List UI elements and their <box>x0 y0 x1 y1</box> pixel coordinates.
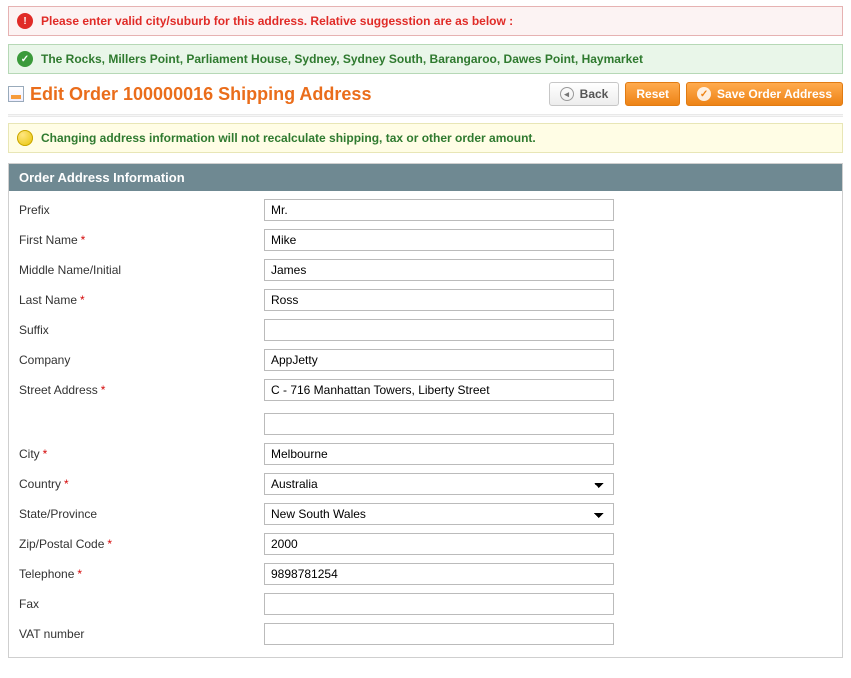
notice-message: Changing address information will not re… <box>8 123 843 153</box>
error-icon: ! <box>17 13 33 29</box>
reset-button-label: Reset <box>636 87 669 101</box>
row-prefix: Prefix <box>9 195 842 225</box>
row-state: State/Province New South Wales <box>9 499 842 529</box>
success-message: ✓ The Rocks, Millers Point, Parliament H… <box>8 44 843 74</box>
row-country: Country * Australia <box>9 469 842 499</box>
street-2-input[interactable] <box>264 413 614 435</box>
label-state: State/Province <box>9 507 264 521</box>
first-name-input[interactable] <box>264 229 614 251</box>
label-suffix: Suffix <box>9 323 264 337</box>
city-input[interactable] <box>264 443 614 465</box>
row-first-name: First Name * <box>9 225 842 255</box>
vat-input[interactable] <box>264 623 614 645</box>
label-country: Country * <box>9 477 264 491</box>
row-vat: VAT number <box>9 619 842 649</box>
panel-title: Order Address Information <box>9 164 842 191</box>
label-first-name: First Name * <box>9 233 264 247</box>
country-select[interactable]: Australia <box>264 473 614 495</box>
back-arrow-icon: ◂ <box>560 87 574 101</box>
save-order-address-button[interactable]: ✓ Save Order Address <box>686 82 843 106</box>
row-middle-name: Middle Name/Initial <box>9 255 842 285</box>
label-city: City * <box>9 447 264 461</box>
action-buttons: ◂ Back Reset ✓ Save Order Address <box>549 82 843 106</box>
order-address-panel: Order Address Information Prefix First N… <box>8 163 843 658</box>
middle-name-input[interactable] <box>264 259 614 281</box>
street-1-input[interactable] <box>264 379 614 401</box>
reset-button[interactable]: Reset <box>625 82 680 106</box>
telephone-input[interactable] <box>264 563 614 585</box>
label-zip: Zip/Postal Code * <box>9 537 264 551</box>
row-fax: Fax <box>9 589 842 619</box>
row-street-2: . <box>9 409 842 439</box>
row-zip: Zip/Postal Code * <box>9 529 842 559</box>
row-city: City * <box>9 439 842 469</box>
label-telephone: Telephone * <box>9 567 264 581</box>
zip-input[interactable] <box>264 533 614 555</box>
row-telephone: Telephone * <box>9 559 842 589</box>
state-select[interactable]: New South Wales <box>264 503 614 525</box>
label-prefix: Prefix <box>9 203 264 217</box>
success-text: The Rocks, Millers Point, Parliament Hou… <box>41 52 643 66</box>
back-button[interactable]: ◂ Back <box>549 82 620 106</box>
suffix-input[interactable] <box>264 319 614 341</box>
row-street: Street Address * <box>9 375 842 405</box>
row-last-name: Last Name * <box>9 285 842 315</box>
label-company: Company <box>9 353 264 367</box>
label-last-name: Last Name * <box>9 293 264 307</box>
save-check-icon: ✓ <box>697 87 711 101</box>
error-message: ! Please enter valid city/suburb for thi… <box>8 6 843 36</box>
last-name-input[interactable] <box>264 289 614 311</box>
label-vat: VAT number <box>9 627 264 641</box>
label-street: Street Address * <box>9 383 264 397</box>
label-middle-name: Middle Name/Initial <box>9 263 264 277</box>
notice-text: Changing address information will not re… <box>41 131 536 145</box>
error-text: Please enter valid city/suburb for this … <box>41 14 513 28</box>
page-header: Edit Order 100000016 Shipping Address ◂ … <box>8 82 843 106</box>
divider <box>8 114 843 117</box>
prefix-input[interactable] <box>264 199 614 221</box>
row-company: Company <box>9 345 842 375</box>
label-fax: Fax <box>9 597 264 611</box>
bulb-icon <box>17 130 33 146</box>
fax-input[interactable] <box>264 593 614 615</box>
page-title: Edit Order 100000016 Shipping Address <box>30 84 371 105</box>
check-icon: ✓ <box>17 51 33 67</box>
back-button-label: Back <box>580 87 609 101</box>
company-input[interactable] <box>264 349 614 371</box>
page-title-icon <box>8 86 24 102</box>
save-button-label: Save Order Address <box>717 87 832 101</box>
row-suffix: Suffix <box>9 315 842 345</box>
